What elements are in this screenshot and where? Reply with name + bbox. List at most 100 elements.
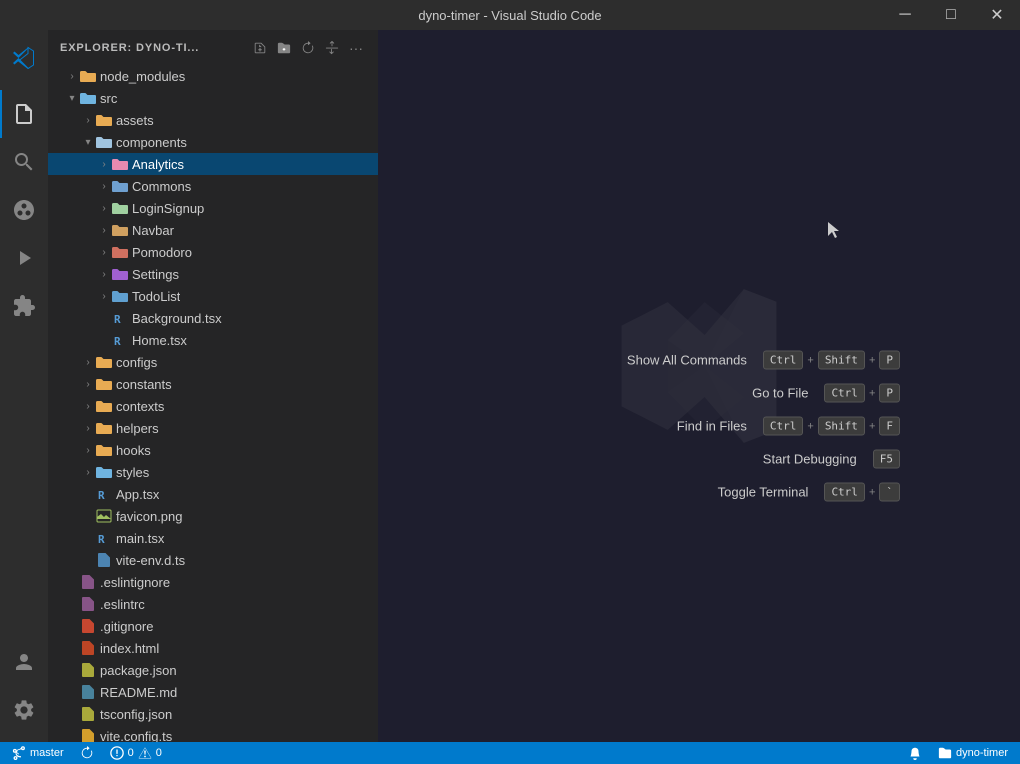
activity-git[interactable]	[0, 186, 48, 234]
folder-arrow: ›	[96, 269, 112, 280]
branch-icon	[12, 746, 26, 760]
tree-item-README.md[interactable]: README.md	[48, 681, 378, 703]
file-icon	[96, 112, 112, 128]
key-backtick: `	[879, 483, 900, 502]
shortcut-label-1: Go to File	[752, 386, 808, 401]
git-branch-status[interactable]: master	[8, 742, 68, 764]
key-ctrl-3: Ctrl	[763, 417, 804, 436]
tree-item-LoginSignup[interactable]: ›LoginSignup	[48, 197, 378, 219]
file-label: index.html	[100, 641, 159, 656]
debug-icon	[12, 246, 36, 270]
activity-search[interactable]	[0, 138, 48, 186]
folder-arrow: ›	[80, 423, 96, 434]
shortcuts-section: Show All Commands Ctrl + Shift + P Go to…	[627, 351, 900, 502]
tree-item-src[interactable]: ▾ src	[48, 87, 378, 109]
tree-item-main.tsx[interactable]: Rmain.tsx	[48, 527, 378, 549]
tree-item-styles[interactable]: ›styles	[48, 461, 378, 483]
tree-item-hooks[interactable]: ›hooks	[48, 439, 378, 461]
activity-explorer[interactable]	[0, 90, 48, 138]
tree-item-constants[interactable]: ›constants	[48, 373, 378, 395]
new-folder-button[interactable]	[274, 38, 294, 58]
file-label: .eslintignore	[100, 575, 170, 590]
collapse-button[interactable]	[322, 38, 342, 58]
minimize-button[interactable]: ─	[882, 0, 928, 30]
status-bar-left: master 0 0	[8, 742, 166, 764]
account-icon	[12, 650, 36, 674]
tree-item-configs[interactable]: ›configs	[48, 351, 378, 373]
tree-item-App.tsx[interactable]: R App.tsx	[48, 483, 378, 505]
tree-item-.gitignore[interactable]: .gitignore	[48, 615, 378, 637]
folder-arrow: ›	[80, 379, 96, 390]
refresh-button[interactable]	[298, 38, 318, 58]
tree-item-components[interactable]: ▾components	[48, 131, 378, 153]
plus-4: +	[807, 420, 813, 432]
more-actions-button[interactable]: ···	[346, 38, 366, 58]
tree-item-Analytics[interactable]: ›Analytics	[48, 153, 378, 175]
file-label: vite.config.ts	[100, 729, 172, 743]
tree-item-tsconfig.json[interactable]: tsconfig.json	[48, 703, 378, 725]
tree-item-TodoList[interactable]: ›TodoList	[48, 285, 378, 307]
activity-vscode-logo	[0, 34, 48, 82]
search-icon	[12, 150, 36, 174]
sync-icon	[80, 746, 94, 760]
plus-3: +	[869, 387, 875, 399]
file-icon	[80, 640, 96, 656]
key-shift-1: Shift	[818, 351, 865, 370]
activity-debug[interactable]	[0, 234, 48, 282]
window-controls: ─ □ ✕	[882, 0, 1020, 30]
file-icon	[80, 684, 96, 700]
shortcut-keys-2: Ctrl + Shift + F	[763, 417, 900, 436]
activity-settings[interactable]	[0, 686, 48, 734]
tree-item-Background.tsx[interactable]: RBackground.tsx	[48, 307, 378, 329]
tree-item-assets[interactable]: ›assets	[48, 109, 378, 131]
sidebar-actions: ···	[250, 38, 366, 58]
folder-arrow: ▾	[80, 137, 96, 148]
tree-item-Home.tsx[interactable]: RHome.tsx	[48, 329, 378, 351]
plus-2: +	[869, 354, 875, 366]
tree-item-vite.config.ts[interactable]: vite.config.ts	[48, 725, 378, 742]
tree-item-.eslintignore[interactable]: .eslintignore	[48, 571, 378, 593]
sidebar-header: EXPLORER: DYNO-TI... ···	[48, 30, 378, 65]
tree-item-.eslintrc[interactable]: .eslintrc	[48, 593, 378, 615]
file-icon	[112, 200, 128, 216]
title-bar: dyno-timer - Visual Studio Code ─ □ ✕	[0, 0, 1020, 30]
activity-account[interactable]	[0, 638, 48, 686]
tree-item-contexts[interactable]: ›contexts	[48, 395, 378, 417]
folder-arrow: ▾	[64, 93, 80, 104]
folder-arrow: ›	[80, 401, 96, 412]
folder-arrow: ›	[96, 247, 112, 258]
file-label: src	[100, 91, 117, 106]
file-icon: R	[112, 310, 128, 326]
file-icon	[96, 508, 112, 524]
tree-item-node_modules[interactable]: ›node_modules	[48, 65, 378, 87]
file-label: Pomodoro	[132, 245, 192, 260]
tree-item-index.html[interactable]: index.html	[48, 637, 378, 659]
close-button[interactable]: ✕	[974, 0, 1020, 30]
more-icon: ···	[349, 40, 363, 56]
tree-item-Navbar[interactable]: ›Navbar	[48, 219, 378, 241]
plus-6: +	[869, 486, 875, 498]
new-file-button[interactable]	[250, 38, 270, 58]
workspace-status[interactable]: dyno-timer	[934, 742, 1012, 764]
tree-item-helpers[interactable]: ›helpers	[48, 417, 378, 439]
cursor-position	[825, 220, 845, 243]
notification-status[interactable]	[904, 742, 926, 764]
file-label: App.tsx	[116, 487, 159, 502]
file-label: package.json	[100, 663, 177, 678]
maximize-button[interactable]: □	[928, 0, 974, 30]
file-icon	[80, 662, 96, 678]
tree-item-favicon.png[interactable]: favicon.png	[48, 505, 378, 527]
tree-item-vite-env.d.ts[interactable]: vite-env.d.ts	[48, 549, 378, 571]
file-label: tsconfig.json	[100, 707, 172, 722]
svg-text:R: R	[114, 335, 121, 348]
sync-status[interactable]	[76, 742, 98, 764]
svg-text:R: R	[98, 489, 105, 502]
activity-extensions[interactable]	[0, 282, 48, 330]
tree-item-Commons[interactable]: ›Commons	[48, 175, 378, 197]
tree-item-Pomodoro[interactable]: › Pomodoro	[48, 241, 378, 263]
folder-arrow: ›	[96, 203, 112, 214]
errors-status[interactable]: 0 0	[106, 742, 166, 764]
tree-item-package.json[interactable]: package.json	[48, 659, 378, 681]
shortcut-go-to-file: Go to File Ctrl + P	[752, 384, 900, 403]
tree-item-Settings[interactable]: ›Settings	[48, 263, 378, 285]
